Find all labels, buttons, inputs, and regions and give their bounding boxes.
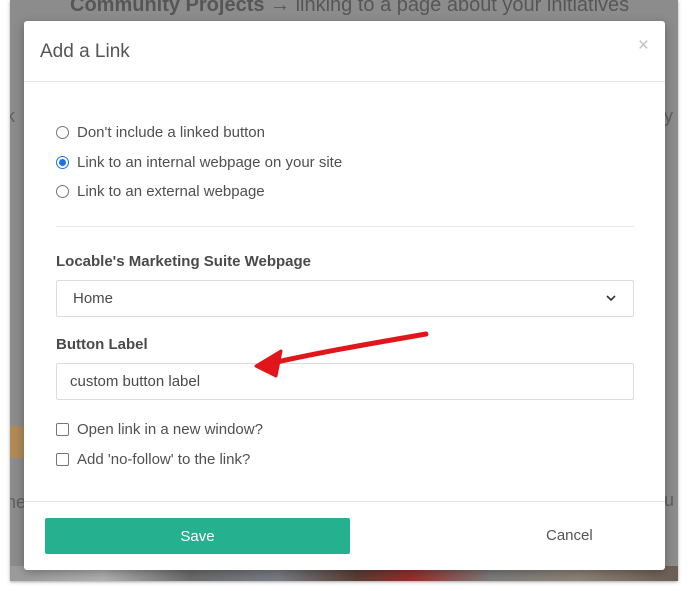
radio-option-internal-webpage[interactable]: Link to an internal webpage on your site xyxy=(56,148,633,178)
radio-button-selected[interactable] xyxy=(56,155,69,169)
background-text-fragment: u xyxy=(664,490,675,510)
radio-option-external-webpage[interactable]: Link to an external webpage xyxy=(56,177,633,207)
dialog-header: Add a Link × xyxy=(24,21,665,82)
radio-button[interactable] xyxy=(56,126,69,140)
background-heading-bold: Community Projects xyxy=(70,0,265,16)
link-options-checkboxes: Open link in a new window? Add 'no-follo… xyxy=(56,415,633,475)
cancel-button[interactable]: Cancel xyxy=(546,527,593,544)
radio-label: Link to an external webpage xyxy=(77,183,265,201)
webpage-select-value: Home xyxy=(73,289,114,307)
radio-label: Don't include a linked button xyxy=(77,124,265,142)
checkbox[interactable] xyxy=(56,453,69,466)
button-label-input-value: custom button label xyxy=(70,372,201,390)
checkbox-new-window[interactable]: Open link in a new window? xyxy=(56,415,633,445)
button-label-field-label: Button Label xyxy=(56,335,148,353)
background-text-fragment: k xyxy=(10,106,15,126)
chevron-down-icon xyxy=(606,295,616,302)
button-label-input[interactable]: custom button label xyxy=(56,362,634,400)
dialog-title: Add a Link xyxy=(40,41,130,62)
checkbox-no-follow[interactable]: Add 'no-follow' to the link? xyxy=(56,445,633,475)
save-button[interactable]: Save xyxy=(45,518,350,554)
checkbox-label: Add 'no-follow' to the link? xyxy=(77,451,251,468)
radio-option-no-button[interactable]: Don't include a linked button xyxy=(56,118,633,148)
checkbox-label: Open link in a new window? xyxy=(77,421,263,438)
background-heading-rest: → linking to a page about your initiativ… xyxy=(264,0,630,16)
webpage-select[interactable]: Home xyxy=(56,279,634,317)
background-link-chip xyxy=(10,426,24,458)
dialog-footer: Save Cancel xyxy=(24,501,665,570)
checkbox[interactable] xyxy=(56,423,69,436)
dialog-body: Don't include a linked button Link to an… xyxy=(24,82,665,475)
background-text-fragment: y xyxy=(664,106,673,126)
close-icon[interactable]: × xyxy=(638,36,649,55)
add-link-dialog: Add a Link × Don't include a linked butt… xyxy=(24,21,665,570)
radio-button[interactable] xyxy=(56,185,69,199)
webpage-select-label: Locable's Marketing Suite Webpage xyxy=(56,252,312,270)
link-type-radio-group: Don't include a linked button Link to an… xyxy=(56,82,633,207)
radio-label: Link to an internal webpage on your site xyxy=(77,153,343,171)
section-divider xyxy=(56,225,634,227)
background-heading: Community Projects → linking to a page a… xyxy=(70,0,629,17)
